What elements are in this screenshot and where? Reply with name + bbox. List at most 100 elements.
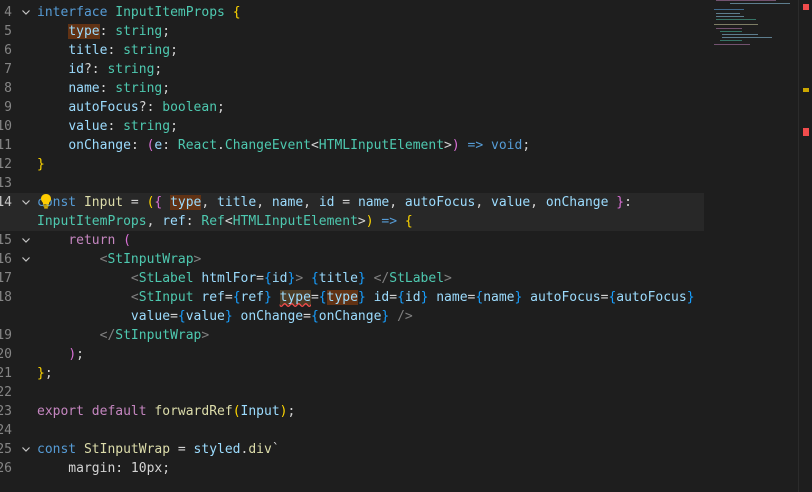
- code-token: =: [310, 290, 319, 305]
- code-token: :: [162, 138, 178, 153]
- code-text[interactable]: <StLabel htmlFor={id}> {title} </StLabel…: [37, 269, 452, 288]
- chevron-down-icon[interactable]: [20, 231, 32, 250]
- code-text[interactable]: autoFocus?: boolean;: [37, 98, 225, 117]
- code-token: ;: [162, 81, 171, 96]
- code-line[interactable]: value={value} onChange={onChange} />: [0, 307, 812, 326]
- chevron-down-icon[interactable]: [20, 193, 32, 212]
- code-line[interactable]: 6 title: string;: [0, 41, 812, 60]
- code-token: onChange: [545, 195, 609, 210]
- code-line[interactable]: 17 <StLabel htmlFor={id}> {title} </StLa…: [0, 269, 812, 288]
- code-line[interactable]: 16 <StInputWrap>: [0, 250, 812, 269]
- code-text[interactable]: onChange: (e: React.ChangeEvent<HTMLInpu…: [37, 136, 530, 155]
- error-marker: [803, 4, 809, 10]
- code-text[interactable]: export default forwardRef(Input);: [37, 402, 295, 421]
- code-text[interactable]: type: string;: [37, 22, 170, 41]
- code-token: StInputWrap: [107, 252, 194, 267]
- code-line[interactable]: 20 );: [0, 345, 812, 364]
- code-token: :: [624, 195, 632, 210]
- code-token: <: [224, 214, 233, 229]
- code-token: ?:: [138, 100, 163, 115]
- code-line[interactable]: 10 value: string;: [0, 117, 812, 136]
- code-token: string: [123, 119, 171, 134]
- code-line[interactable]: 5 type: string;: [0, 22, 812, 41]
- code-token: ,: [256, 195, 272, 210]
- code-line[interactable]: 4 interface InputItemProps {: [0, 3, 812, 22]
- code-token: >: [357, 214, 366, 229]
- code-token: }: [37, 366, 45, 381]
- code-line[interactable]: 13: [0, 174, 812, 193]
- code-text[interactable]: return (: [37, 231, 131, 250]
- code-token: .: [217, 138, 225, 153]
- code-token: =: [224, 290, 233, 305]
- code-token: title: [318, 271, 358, 286]
- code-line[interactable]: 15 return (: [0, 231, 812, 250]
- code-text[interactable]: interface InputItemProps {: [37, 3, 241, 22]
- code-token: InputItemProps: [115, 5, 233, 20]
- code-text[interactable]: id?: string;: [37, 60, 162, 79]
- code-text[interactable]: }: [37, 155, 45, 174]
- code-text[interactable]: <StInputWrap>: [37, 250, 202, 269]
- code-token: interface: [37, 5, 116, 20]
- code-token: string: [107, 62, 155, 77]
- code-line[interactable]: 19 </StInputWrap>: [0, 326, 812, 345]
- code-text[interactable]: value: string;: [37, 117, 178, 136]
- code-token: ChangeEvent: [224, 138, 311, 153]
- code-token: =>: [381, 214, 398, 229]
- code-text[interactable]: <StInput ref={ref} type={type} id={id} n…: [37, 288, 695, 307]
- chevron-down-icon[interactable]: [20, 250, 32, 269]
- code-token: (: [123, 233, 131, 248]
- code-token: {: [264, 271, 272, 286]
- line-number: 20: [0, 347, 12, 362]
- code-text[interactable]: value={value} onChange={onChange} />: [37, 307, 413, 326]
- vertical-scrollbar[interactable]: [798, 0, 812, 492]
- minimap[interactable]: [710, 0, 796, 60]
- code-line[interactable]: 18 <StInput ref={ref} type={type} id={id…: [0, 288, 812, 307]
- code-line[interactable]: 8 name: string;: [0, 79, 812, 98]
- code-token: type: [279, 290, 311, 305]
- code-token: ;: [522, 138, 531, 153]
- code-token: :: [99, 81, 116, 96]
- code-line[interactable]: 14 const Input = ({ type, title, name, id…: [0, 193, 704, 212]
- code-token: Ref: [201, 214, 225, 229]
- code-line[interactable]: 26 margin: 10px;: [0, 459, 812, 478]
- code-token: ;: [170, 43, 178, 58]
- code-editor[interactable]: 4 interface InputItemProps {5 type: strin…: [0, 0, 812, 492]
- code-token: }: [357, 290, 366, 305]
- code-token: ): [279, 404, 288, 419]
- code-token: forwardRef: [154, 404, 233, 419]
- code-text[interactable]: </StInputWrap>: [37, 326, 210, 345]
- lightbulb-icon[interactable]: [40, 193, 52, 209]
- code-line[interactable]: 9 autoFocus?: boolean;: [0, 98, 812, 117]
- code-text[interactable]: title: string;: [37, 41, 178, 60]
- code-line[interactable]: 7 id?: string;: [0, 60, 812, 79]
- code-text[interactable]: const Input = ({ type, title, name, id =…: [37, 193, 632, 212]
- code-line[interactable]: 24: [0, 421, 812, 440]
- code-line[interactable]: InputItemProps, ref: Ref<HTMLInputElemen…: [0, 212, 704, 231]
- code-text[interactable]: name: string;: [37, 79, 170, 98]
- code-token: =: [170, 442, 194, 457]
- code-token: ,: [389, 195, 405, 210]
- code-line[interactable]: 25 const StInputWrap = styled.div`: [0, 440, 812, 459]
- code-line[interactable]: 22: [0, 383, 812, 402]
- code-text[interactable]: );: [37, 345, 84, 364]
- code-line[interactable]: 11 onChange: (e: React.ChangeEvent<HTMLI…: [0, 136, 812, 155]
- code-text[interactable]: };: [37, 364, 53, 383]
- chevron-down-icon[interactable]: [20, 3, 32, 22]
- code-line[interactable]: 23 export default forwardRef(Input);: [0, 402, 812, 421]
- code-text[interactable]: const StInputWrap = styled.div`: [37, 440, 280, 459]
- code-token: }: [616, 195, 625, 210]
- code-line[interactable]: 21};: [0, 364, 812, 383]
- code-token: return: [68, 233, 116, 248]
- code-line[interactable]: 12}: [0, 155, 812, 174]
- code-text[interactable]: InputItemProps, ref: Ref<HTMLInputElemen…: [37, 212, 413, 231]
- chevron-down-icon[interactable]: [20, 440, 32, 459]
- code-text[interactable]: margin: 10px;: [37, 459, 170, 478]
- code-token: :: [107, 43, 124, 58]
